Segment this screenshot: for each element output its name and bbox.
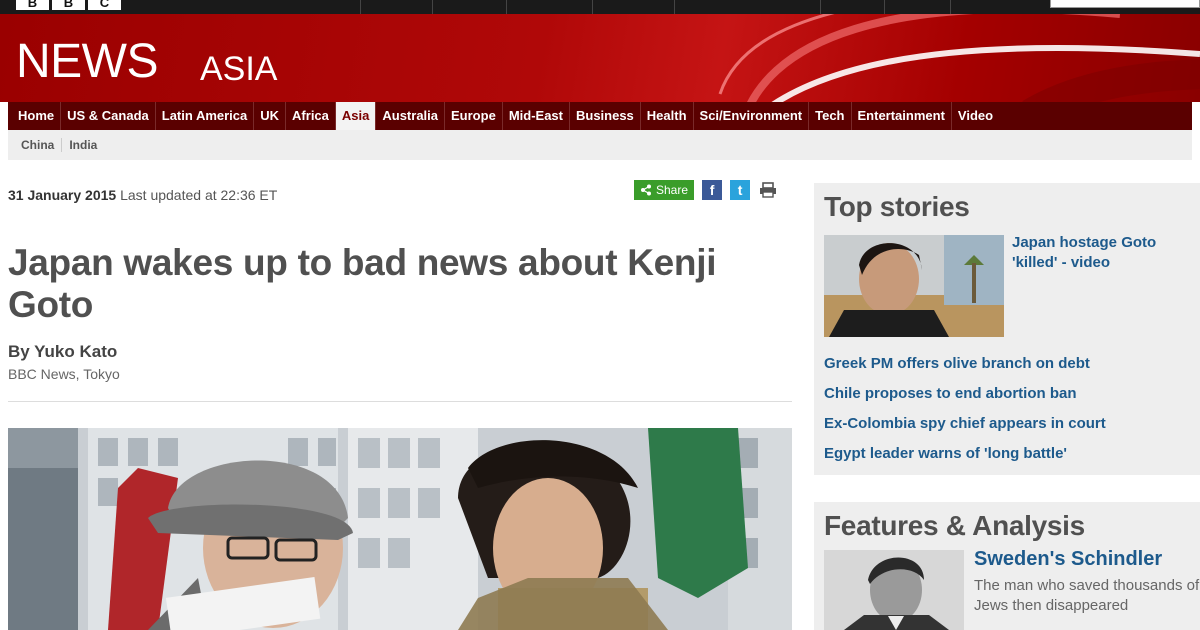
global-top-bar: B B C	[0, 0, 1200, 14]
top-nav-divider	[674, 0, 675, 14]
article-date: 31 January 2015	[8, 187, 117, 203]
share-button[interactable]: Share	[634, 180, 695, 200]
top-story-link[interactable]: Egypt leader warns of 'long battle'	[824, 445, 1067, 462]
search-input[interactable]	[1050, 0, 1200, 8]
top-stories-box: Top stories Japan hostage Goto 'killed' …	[814, 183, 1200, 475]
feature-subtitle-line-1: The man who saved thousands of	[974, 577, 1200, 594]
nav-item-uk[interactable]: UK	[254, 102, 287, 130]
nav-item-business[interactable]: Business	[570, 102, 641, 130]
article-byline: By Yuko Kato	[8, 342, 118, 361]
main-nav: Home US & Canada Latin America UK Africa…	[8, 102, 1192, 130]
bbc-logo[interactable]: B B C	[16, 0, 121, 10]
article-meta: 31 January 2015 Last updated at 22:36 ET	[8, 187, 277, 203]
nav-item-mid-east[interactable]: Mid-East	[503, 102, 570, 130]
byline-role: BBC News, Tokyo	[8, 366, 120, 382]
article-updated: Last updated at 22:36 ET	[120, 187, 278, 203]
features-heading: Features & Analysis	[824, 510, 1085, 541]
masthead: NEWS ASIA	[0, 14, 1200, 102]
lead-photo	[8, 428, 792, 630]
nav-item-tech[interactable]: Tech	[809, 102, 852, 130]
swoosh-graphic	[718, 14, 1200, 102]
top-story-lead-link[interactable]: Japan hostage Goto 'killed' - video	[1012, 233, 1192, 273]
nav-item-entertainment[interactable]: Entertainment	[852, 102, 952, 130]
share-tools: Share f t	[634, 180, 778, 200]
logo-letter-b2: B	[52, 0, 85, 10]
news-wordmark[interactable]: NEWS	[16, 34, 159, 89]
features-box: Features & Analysis Sweden's Schindler T…	[814, 502, 1200, 630]
top-nav-divider	[360, 0, 361, 14]
twitter-icon[interactable]: t	[730, 180, 751, 200]
top-nav-divider	[820, 0, 821, 14]
print-icon[interactable]	[758, 180, 778, 200]
top-story-link[interactable]: Greek PM offers olive branch on debt	[824, 355, 1090, 372]
top-story-link[interactable]: Chile proposes to end abortion ban	[824, 385, 1077, 402]
feature-subtitle-line-2: Jews then disappeared	[974, 597, 1129, 614]
share-label: Share	[656, 183, 689, 197]
nav-item-asia[interactable]: Asia	[335, 102, 377, 130]
edition-label: ASIA	[200, 50, 278, 88]
nav-item-home[interactable]: Home	[12, 102, 62, 130]
top-nav-divider	[506, 0, 507, 14]
sub-nav: China India	[8, 130, 1192, 160]
feature-thumbnail[interactable]	[824, 550, 964, 630]
top-story-link[interactable]: Ex-Colombia spy chief appears in court	[824, 415, 1106, 432]
logo-letter-b1: B	[16, 0, 49, 10]
nav-item-africa[interactable]: Africa	[286, 102, 336, 130]
article-headline: Japan wakes up to bad news about Kenji G…	[8, 242, 717, 325]
top-nav-divider	[432, 0, 433, 14]
top-nav-divider	[592, 0, 593, 14]
feature-title-link[interactable]: Sweden's Schindler	[974, 548, 1162, 571]
top-nav-divider	[950, 0, 951, 14]
subnav-item-india[interactable]: India	[62, 138, 104, 152]
nav-item-europe[interactable]: Europe	[445, 102, 503, 130]
nav-item-latin-america[interactable]: Latin America	[156, 102, 255, 130]
nav-item-video[interactable]: Video	[952, 102, 999, 130]
nav-item-sci-environment[interactable]: Sci/Environment	[694, 102, 810, 130]
top-nav-divider	[884, 0, 885, 14]
share-icon	[641, 184, 651, 196]
facebook-icon[interactable]: f	[702, 180, 723, 200]
top-stories-heading: Top stories	[824, 191, 970, 222]
nav-item-us-canada[interactable]: US & Canada	[61, 102, 156, 130]
top-story-thumbnail[interactable]	[824, 235, 1004, 337]
nav-item-australia[interactable]: Australia	[376, 102, 446, 130]
article-divider	[8, 401, 792, 402]
nav-item-health[interactable]: Health	[641, 102, 694, 130]
subnav-item-china[interactable]: China	[14, 138, 63, 152]
logo-letter-c: C	[88, 0, 121, 10]
